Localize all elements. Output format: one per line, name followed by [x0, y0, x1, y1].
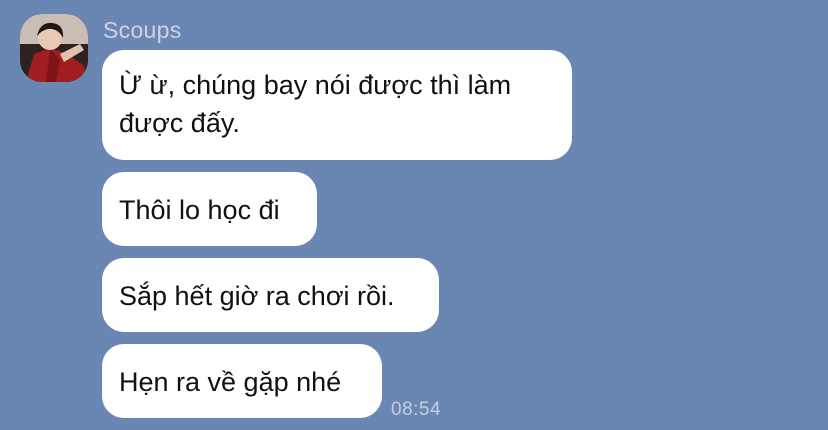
avatar[interactable] — [20, 14, 88, 82]
message-timestamp: 08:54 — [391, 399, 442, 420]
message-bubble[interactable]: Sắp hết giờ ra chơi rồi. — [102, 258, 439, 332]
message-bubble[interactable]: Thôi lo học đi — [102, 172, 317, 246]
avatar-photo — [20, 14, 88, 82]
message-bubble[interactable]: Hẹn ra về gặp nhé — [102, 344, 382, 418]
chat-thread: Scoups Ừ ừ, chúng bay nói được thì làm đ… — [0, 0, 828, 430]
message-bubble[interactable]: Ừ ừ, chúng bay nói được thì làm được đấy… — [102, 50, 572, 160]
sender-name: Scoups — [103, 17, 182, 43]
